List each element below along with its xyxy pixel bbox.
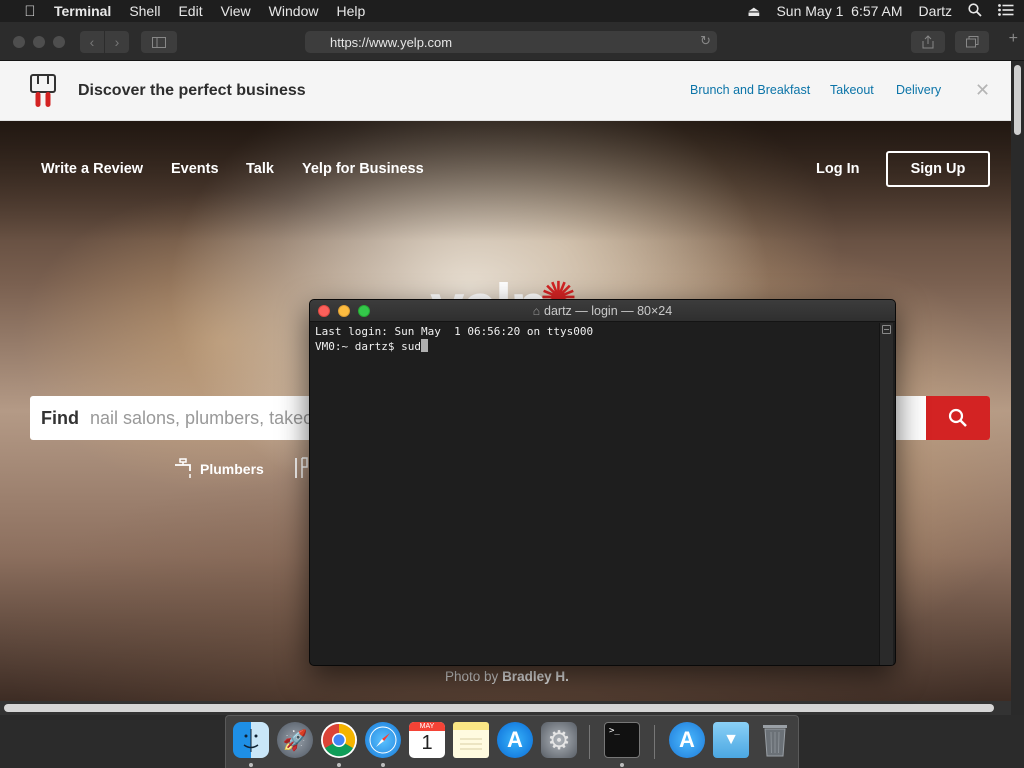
app-store-icon: A bbox=[507, 727, 523, 752]
dock-downloads-folder[interactable]: ▼ bbox=[713, 722, 749, 758]
promo-link-brunch[interactable]: Brunch and Breakfast bbox=[690, 83, 810, 97]
url-text: https://www.yelp.com bbox=[330, 34, 453, 50]
window-zoom-button[interactable] bbox=[53, 36, 65, 48]
terminal-scrollbar[interactable] bbox=[879, 323, 893, 665]
share-button[interactable] bbox=[911, 31, 945, 53]
terminal-prompt-icon: >_ bbox=[609, 726, 620, 736]
menu-help[interactable]: Help bbox=[336, 3, 365, 19]
promo-link-takeout[interactable]: Takeout bbox=[830, 83, 874, 97]
terminal-input-text: sud bbox=[401, 340, 421, 353]
menu-bar:  Terminal Shell Edit View Window Help ⏏… bbox=[0, 0, 1024, 22]
photo-credit-author[interactable]: Bradley H. bbox=[502, 669, 569, 684]
chevron-left-icon: ‹ bbox=[89, 34, 95, 50]
menu-view[interactable]: View bbox=[221, 3, 251, 19]
terminal-cursor bbox=[420, 339, 428, 352]
tabs-icon bbox=[965, 36, 978, 48]
utensils-logo-icon bbox=[30, 74, 56, 107]
menu-shell[interactable]: Shell bbox=[129, 3, 160, 19]
dock: 🚀 MAY 1 A ⚙ >_ A ▼ bbox=[225, 715, 799, 768]
eject-icon[interactable]: ⏏ bbox=[747, 3, 760, 20]
promo-title: Discover the perfect business bbox=[78, 82, 306, 99]
notes-icon bbox=[460, 738, 482, 750]
menu-clock[interactable]: Sun May 1 6:57 AM bbox=[776, 3, 902, 19]
terminal-output[interactable]: Last login: Sun May 1 06:56:20 on ttys00… bbox=[315, 325, 875, 665]
chevron-right-icon: › bbox=[114, 34, 120, 50]
find-input[interactable]: nail salons, plumbers, takeo bbox=[90, 408, 313, 429]
menu-edit[interactable]: Edit bbox=[178, 3, 202, 19]
dock-trash[interactable] bbox=[757, 722, 793, 758]
window-close-button[interactable] bbox=[13, 36, 25, 48]
browser-toolbar: ‹ › https://www.yelp.com ↻ + bbox=[0, 22, 1024, 61]
tab-overview-button[interactable] bbox=[955, 31, 989, 53]
category-plumbers-label: Plumbers bbox=[200, 461, 264, 477]
menu-user[interactable]: Dartz bbox=[919, 3, 952, 19]
dock-launchpad[interactable]: 🚀 bbox=[277, 722, 313, 758]
dock-chrome[interactable] bbox=[321, 722, 357, 758]
nav-events[interactable]: Events bbox=[171, 161, 219, 177]
terminal-titlebar[interactable]: ⌂ dartz — login — 80×24 bbox=[310, 300, 895, 322]
terminal-title: dartz — login — 80×24 bbox=[544, 304, 673, 318]
reload-icon[interactable]: ↻ bbox=[700, 33, 711, 49]
dock-applications-folder[interactable]: A bbox=[669, 722, 705, 758]
search-button[interactable] bbox=[926, 396, 990, 440]
share-icon bbox=[922, 35, 934, 49]
new-tab-plus-icon[interactable]: + bbox=[1009, 30, 1018, 48]
folder-icon: ▼ bbox=[723, 731, 739, 748]
menu-app-name[interactable]: Terminal bbox=[54, 3, 111, 19]
find-label: Find bbox=[41, 408, 79, 428]
sidebar-icon bbox=[152, 36, 166, 48]
forward-button[interactable]: › bbox=[105, 31, 129, 53]
login-link[interactable]: Log In bbox=[816, 161, 860, 177]
terminal-prompt: VM0:~ dartz$ bbox=[315, 340, 402, 353]
gear-icon: ⚙ bbox=[547, 724, 571, 755]
calendar-month: MAY bbox=[409, 722, 445, 731]
nav-talk[interactable]: Talk bbox=[246, 161, 274, 177]
signup-button[interactable]: Sign Up bbox=[886, 151, 990, 187]
dock-calendar[interactable]: MAY 1 bbox=[409, 722, 445, 758]
page-horizontal-scrollbar[interactable] bbox=[0, 701, 1011, 715]
chrome-icon bbox=[322, 723, 356, 757]
notification-center-icon[interactable] bbox=[998, 3, 1014, 19]
photo-credit: Photo by Bradley H. bbox=[445, 669, 569, 684]
calendar-day: 1 bbox=[421, 732, 433, 754]
close-icon[interactable]: ✕ bbox=[975, 80, 990, 101]
sidebar-button[interactable] bbox=[141, 31, 177, 53]
dock-terminal[interactable]: >_ bbox=[604, 722, 640, 758]
window-minimize-button[interactable] bbox=[33, 36, 45, 48]
terminal-window[interactable]: ⌂ dartz — login — 80×24 Last login: Sun M… bbox=[309, 299, 896, 666]
dock-notes[interactable] bbox=[453, 722, 489, 758]
promo-banner: Discover the perfect business Brunch and… bbox=[0, 61, 1011, 121]
applications-icon: A bbox=[679, 727, 695, 752]
dock-safari[interactable] bbox=[365, 722, 401, 758]
spotlight-search-icon[interactable] bbox=[968, 2, 982, 20]
apple-menu-icon[interactable]:  bbox=[20, 3, 40, 20]
finder-face-icon bbox=[243, 729, 259, 752]
dock-system-preferences[interactable]: ⚙ bbox=[541, 722, 577, 758]
search-icon bbox=[948, 408, 967, 427]
nav-yelp-for-business[interactable]: Yelp for Business bbox=[302, 161, 424, 177]
photo-credit-prefix: Photo by bbox=[445, 669, 499, 684]
nav-write-review[interactable]: Write a Review bbox=[41, 161, 143, 177]
dock-app-store[interactable]: A bbox=[497, 722, 533, 758]
compass-icon bbox=[369, 726, 397, 754]
dock-finder[interactable] bbox=[233, 722, 269, 758]
category-restaurants[interactable] bbox=[293, 457, 309, 484]
home-folder-icon: ⌂ bbox=[532, 304, 541, 318]
menu-window[interactable]: Window bbox=[269, 3, 319, 19]
split-pane-icon[interactable] bbox=[882, 325, 891, 334]
rocket-icon: 🚀 bbox=[282, 729, 308, 752]
terminal-last-login: Last login: Sun May 1 06:56:20 on ttys00… bbox=[315, 325, 594, 338]
back-button[interactable]: ‹ bbox=[80, 31, 104, 53]
faucet-icon bbox=[175, 458, 191, 478]
promo-link-delivery[interactable]: Delivery bbox=[896, 83, 941, 97]
address-bar[interactable]: https://www.yelp.com ↻ bbox=[305, 31, 717, 53]
category-plumbers[interactable]: Plumbers bbox=[174, 458, 264, 480]
utensils-icon bbox=[295, 457, 308, 478]
trash-icon bbox=[763, 725, 787, 757]
page-vertical-scrollbar[interactable] bbox=[1011, 61, 1024, 701]
